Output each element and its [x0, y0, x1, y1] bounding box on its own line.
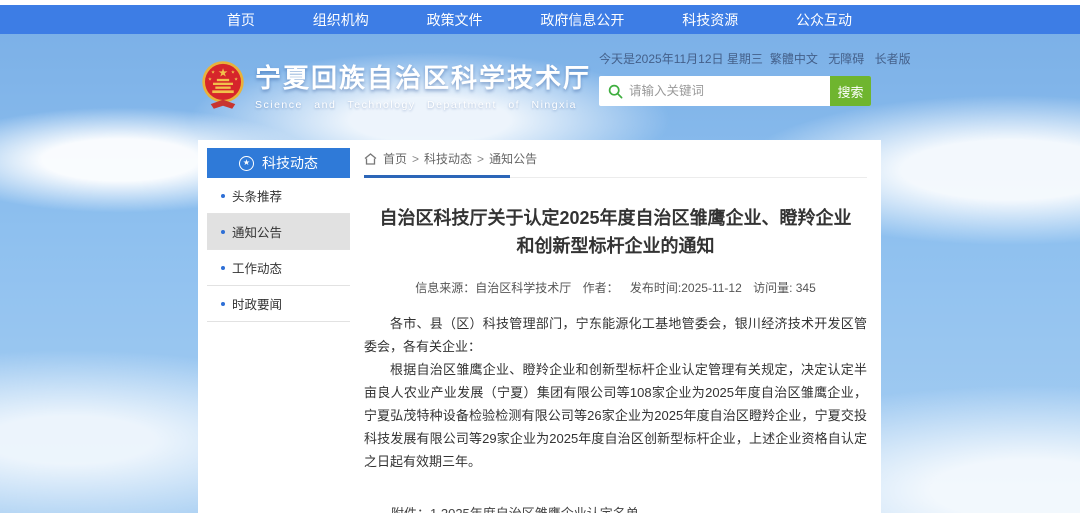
nav-item-tech-resources[interactable]: 科技资源: [682, 10, 738, 30]
brand: ★ ★ ★ ★ ★ 宁夏回族自治区科学技术厅 Science and Techn…: [200, 58, 591, 111]
breadcrumb-notices[interactable]: 通知公告: [489, 150, 537, 167]
search-bar: 搜索: [599, 76, 871, 106]
breadcrumb: 首页 > 科技动态 > 通知公告: [364, 150, 867, 167]
link-traditional-chinese[interactable]: 繁體中文: [770, 52, 818, 66]
bullet-dot-icon: [221, 266, 225, 270]
link-elder-version[interactable]: 长者版: [875, 52, 911, 66]
breadcrumb-tech-news[interactable]: 科技动态: [424, 150, 472, 167]
site-header: ★ ★ ★ ★ ★ 宁夏回族自治区科学技术厅 Science and Techn…: [0, 34, 1080, 140]
search-icon: [599, 84, 629, 99]
meta-visit-count: 访问量: 345: [753, 281, 816, 295]
content-panel: ★ 科技动态 头条推荐 通知公告 工作动态 时政要闻: [198, 140, 881, 513]
breadcrumb-accent-bar: [364, 175, 510, 178]
nav-item-public-interaction[interactable]: 公众互动: [796, 10, 852, 30]
site-subtitle: Science and Technology Department of Nin…: [255, 99, 591, 111]
breadcrumb-separator: >: [412, 152, 419, 166]
meta-source-label: 信息来源：: [415, 281, 475, 295]
date-text: 今天是2025年11月12日 星期三: [599, 50, 763, 67]
bullet-dot-icon: [221, 302, 225, 306]
nav-item-gov-info-disclosure[interactable]: 政府信息公开: [540, 10, 624, 30]
home-icon: [364, 153, 377, 165]
article-column: 首页 > 科技动态 > 通知公告 自治区科技厅关于认定2025年度自治区雏鹰企业…: [364, 150, 867, 513]
article-meta: 信息来源：自治区科学技术厅 作者： 发布时间:2025-11-12 访问量: 3…: [364, 279, 867, 296]
svg-text:★: ★: [211, 69, 215, 74]
nav-item-home[interactable]: 首页: [227, 10, 255, 30]
attachment-link-eagle-list[interactable]: 1.2025年度自治区雏鹰企业认定名单: [430, 505, 678, 513]
article-title-line1: 自治区科技厅关于认定2025年度自治区雏鹰企业、瞪羚企业: [379, 208, 851, 228]
svg-text:★: ★: [218, 67, 228, 79]
article-title-line2: 和创新型标杆企业的通知: [517, 236, 715, 256]
svg-text:★: ★: [208, 76, 212, 81]
breadcrumb-separator: >: [477, 152, 484, 166]
circle-star-icon: ★: [239, 156, 254, 171]
attachments-block: 附件： 1.2025年度自治区雏鹰企业认定名单 2.2025年度自治区瞪羚企业认…: [391, 505, 867, 513]
bullet-dot-icon: [221, 230, 225, 234]
meta-publish-time: 发布时间:2025-11-12: [630, 281, 742, 295]
breadcrumb-home[interactable]: 首页: [383, 150, 407, 167]
svg-text:★: ★: [234, 76, 238, 81]
sidebar-menu: 头条推荐 通知公告 工作动态 时政要闻: [207, 178, 350, 322]
quick-links: 繁體中文 无障碍 长者版: [763, 50, 911, 67]
attachments-list: 1.2025年度自治区雏鹰企业认定名单 2.2025年度自治区瞪羚企业认定名单 …: [430, 505, 678, 513]
main-nav: 首页 组织机构 政策文件 政府信息公开 科技资源 公众互动: [0, 5, 1080, 34]
svg-text:★: ★: [231, 69, 235, 74]
nav-item-organization[interactable]: 组织机构: [313, 10, 369, 30]
attachments-label: 附件：: [391, 505, 430, 513]
sidebar-title: 科技动态: [262, 153, 318, 173]
sidebar: ★ 科技动态 头条推荐 通知公告 工作动态 时政要闻: [207, 148, 350, 322]
article-title: 自治区科技厅关于认定2025年度自治区雏鹰企业、瞪羚企业 和创新型标杆企业的通知: [364, 204, 867, 260]
search-button[interactable]: 搜索: [830, 76, 871, 106]
national-emblem-logo: ★ ★ ★ ★ ★: [200, 59, 246, 111]
meta-source: 自治区科学技术厅: [475, 281, 571, 295]
sidebar-item-label: 时政要闻: [232, 294, 282, 313]
sidebar-header: ★ 科技动态: [207, 148, 350, 178]
sidebar-item-label: 通知公告: [232, 222, 282, 241]
search-input[interactable]: [629, 76, 830, 106]
site-title: 宁夏回族自治区科学技术厅: [255, 58, 591, 95]
sidebar-item-label: 工作动态: [232, 258, 282, 277]
link-accessibility[interactable]: 无障碍: [828, 52, 864, 66]
article-paragraph-1: 各市、县（区）科技管理部门，宁东能源化工基地管委会，银川经济技术开发区管委会，各…: [364, 312, 867, 358]
sidebar-item-headlines[interactable]: 头条推荐: [207, 178, 350, 214]
sidebar-item-label: 头条推荐: [232, 186, 282, 205]
bullet-dot-icon: [221, 194, 225, 198]
meta-author-label: 作者：: [583, 281, 619, 295]
nav-item-policy-documents[interactable]: 政策文件: [427, 10, 483, 30]
sidebar-item-political-news[interactable]: 时政要闻: [207, 286, 350, 322]
article-body: 各市、县（区）科技管理部门，宁东能源化工基地管委会，银川经济技术开发区管委会，各…: [364, 312, 867, 473]
article-paragraph-2: 根据自治区雏鹰企业、瞪羚企业和创新型标杆企业认定管理有关规定，决定认定半亩良人农…: [364, 358, 867, 473]
breadcrumb-divider: [364, 176, 867, 178]
sidebar-item-notices[interactable]: 通知公告: [207, 214, 350, 250]
sidebar-item-work-updates[interactable]: 工作动态: [207, 250, 350, 286]
